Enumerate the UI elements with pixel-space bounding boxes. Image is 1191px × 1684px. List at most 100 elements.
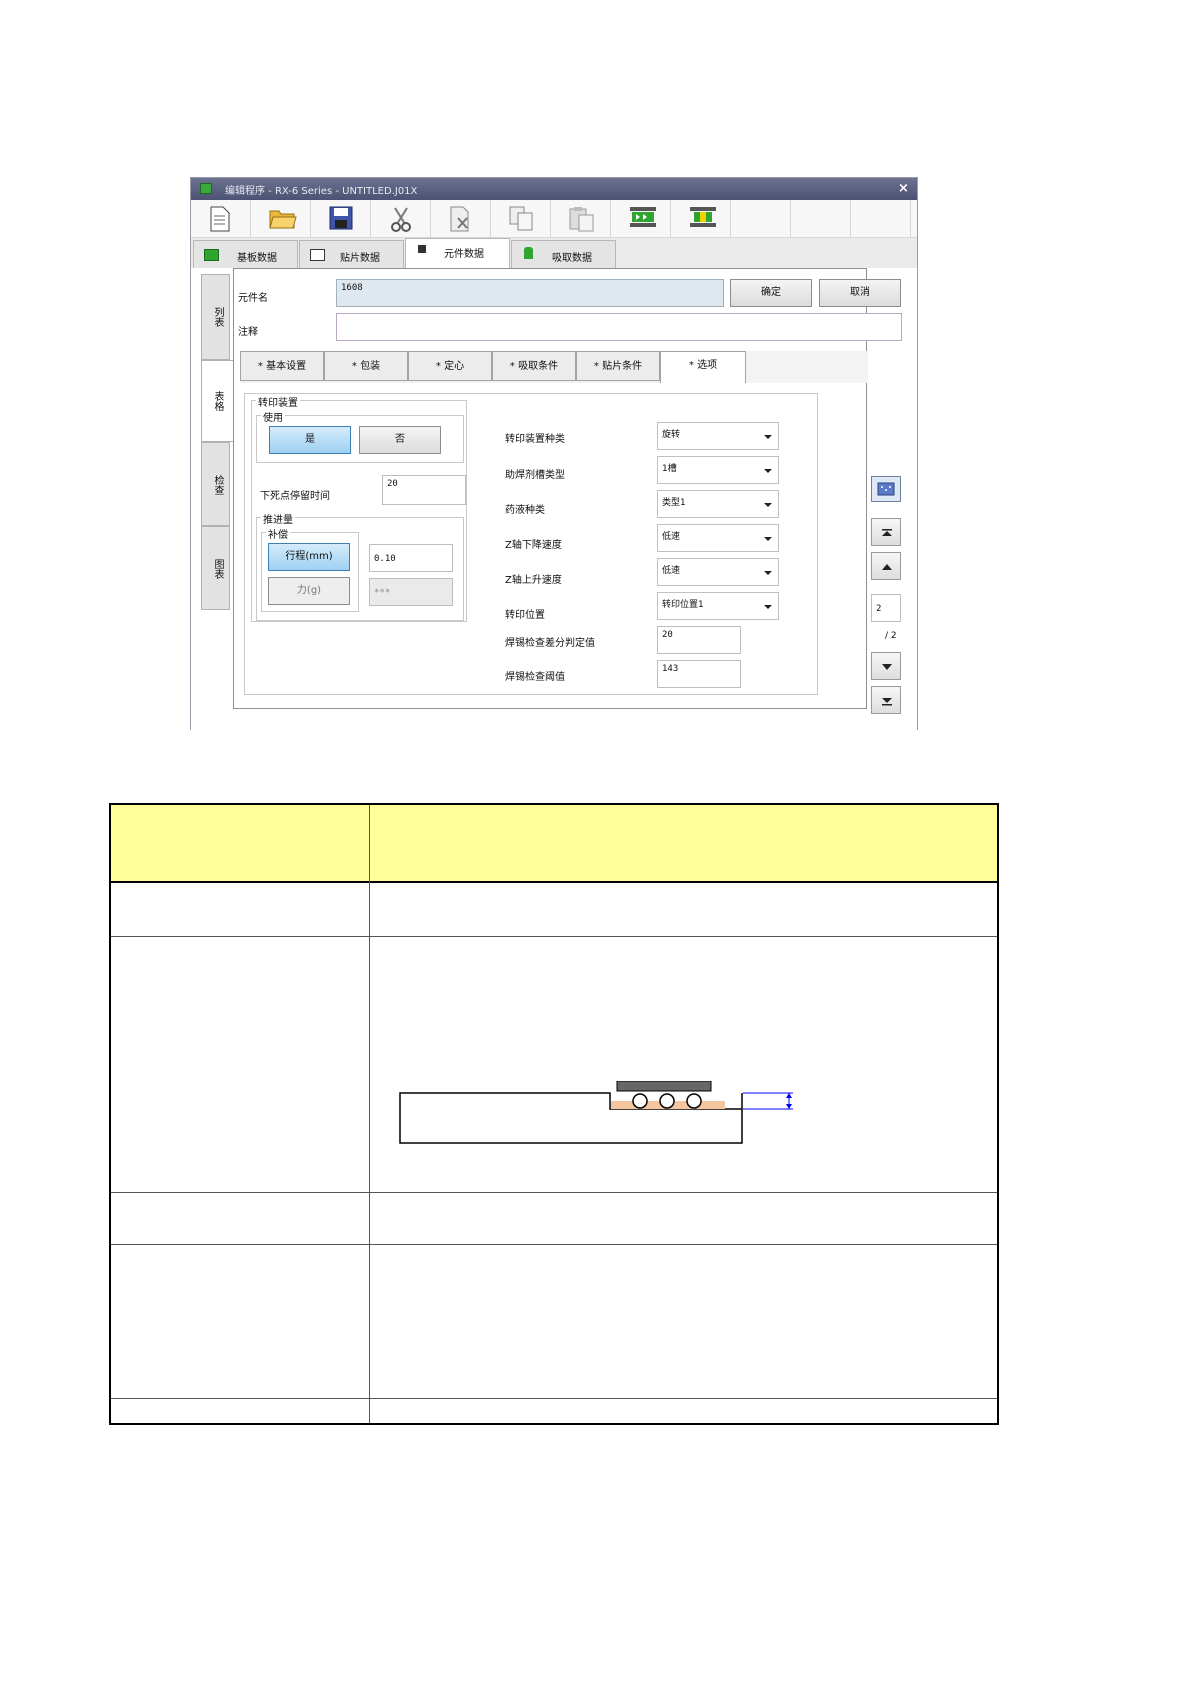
- chevron-down-icon: [764, 571, 772, 575]
- sub-tab-placement-condition[interactable]: * 贴片条件: [576, 351, 660, 381]
- sub-tab-package[interactable]: * 包装: [324, 351, 408, 381]
- side-tab-list[interactable]: 列表: [201, 274, 230, 360]
- first-page-button[interactable]: [871, 518, 901, 546]
- app-icon: [200, 183, 212, 194]
- cut-button[interactable]: [371, 200, 431, 238]
- table-row: [111, 885, 997, 937]
- sub-tab-basic[interactable]: * 基本设置: [240, 351, 324, 381]
- paste-icon: [569, 207, 594, 232]
- select-value: 低速: [662, 532, 681, 542]
- layout-view-button[interactable]: [871, 476, 901, 502]
- close-icon[interactable]: ×: [898, 181, 909, 196]
- cancel-button[interactable]: 取消: [819, 279, 901, 307]
- side-tab-label: 列表: [212, 307, 223, 327]
- chip-icon: [418, 245, 426, 253]
- use-group: 使用 是 否: [256, 409, 464, 463]
- use-no-button[interactable]: 否: [359, 426, 441, 454]
- tab-pickup-data[interactable]: 吸取数据: [511, 240, 616, 268]
- transfer-position-label: 转印位置: [505, 610, 545, 621]
- chevron-down-icon: [764, 469, 772, 473]
- save-button[interactable]: [311, 200, 371, 238]
- component-name-input[interactable]: 1608: [336, 279, 724, 307]
- use-yes-button[interactable]: 是: [269, 426, 351, 454]
- description-table: [109, 803, 999, 1425]
- force-input[interactable]: ***: [369, 578, 453, 606]
- option-frame: 转印装置 使用 是 否 下死点停留时间 20 推进量 补偿 行程(mm) 力(g…: [244, 393, 818, 695]
- edit-program-window: 编辑程序 - RX-6 Series - UNTITLED.J01X × 基板数…: [190, 177, 918, 731]
- next-page-button[interactable]: [871, 652, 901, 680]
- side-tab-check[interactable]: 检查: [201, 442, 230, 526]
- group-label: 使用: [261, 409, 285, 424]
- title-bar: 编辑程序 - RX-6 Series - UNTITLED.J01X ×: [191, 178, 917, 200]
- delete-icon: [450, 206, 469, 232]
- board-view-icon: [877, 482, 895, 496]
- window-title: 编辑程序 - RX-6 Series - UNTITLED.J01X: [225, 186, 418, 197]
- group-label: 补偿: [266, 526, 290, 541]
- solder-diff-threshold-input[interactable]: 20: [657, 626, 741, 654]
- board-icon: [690, 207, 716, 227]
- tab-component-data[interactable]: 元件数据: [405, 238, 510, 268]
- side-tab-label: 图表: [212, 559, 223, 579]
- feed-amount-group: 推进量 补偿 行程(mm) 力(g) 0.10 ***: [256, 511, 464, 621]
- board-button[interactable]: [671, 200, 731, 238]
- save-icon: [329, 206, 353, 230]
- toolbar: [191, 200, 917, 238]
- tab-label: 贴片数据: [340, 253, 380, 264]
- liquid-type-select[interactable]: 类型1: [657, 490, 779, 518]
- board-icon: [204, 249, 219, 261]
- conveyor-button[interactable]: [611, 200, 671, 238]
- tab-board-data[interactable]: 基板数据: [193, 240, 298, 268]
- table-row: [111, 1245, 997, 1399]
- solder-threshold-input[interactable]: 143: [657, 660, 741, 688]
- z-up-speed-select[interactable]: 低速: [657, 558, 779, 586]
- stroke-input[interactable]: 0.10: [369, 544, 453, 572]
- toolbar-empty-slot: [731, 200, 791, 238]
- stroke-button[interactable]: 行程(mm): [268, 543, 350, 571]
- table-row: [111, 1193, 997, 1245]
- select-value: 低速: [662, 566, 681, 576]
- tab-label: 元件数据: [444, 249, 484, 260]
- paste-button[interactable]: [551, 200, 611, 238]
- sub-tab-option[interactable]: * 选项: [660, 351, 746, 383]
- solder-diff-threshold-label: 焊锡检查差分判定值: [505, 638, 595, 649]
- toolbar-empty-slot: [791, 200, 851, 238]
- last-page-button[interactable]: [871, 686, 901, 714]
- side-tab-chart[interactable]: 图表: [201, 526, 230, 610]
- new-file-icon: [210, 206, 230, 232]
- tab-label: 吸取数据: [552, 253, 592, 264]
- select-value: 类型1: [662, 498, 686, 508]
- select-value: 转印位置1: [662, 600, 704, 610]
- side-tab-table[interactable]: 表格: [201, 360, 233, 442]
- first-page-icon: [882, 529, 892, 536]
- chevron-down-icon: [764, 503, 772, 507]
- ok-button[interactable]: 确定: [730, 279, 812, 307]
- sub-tab-pickup-condition[interactable]: * 吸取条件: [492, 351, 576, 381]
- tab-placement-data[interactable]: 贴片数据: [299, 240, 404, 268]
- arrow-up-icon: [882, 564, 892, 570]
- comment-label: 注释: [238, 327, 258, 338]
- dwell-time-input[interactable]: 20: [382, 475, 466, 505]
- component-panel: 元件名 1608 确定 取消 注释 * 基本设置 * 包装 * 定心 * 吸取条…: [233, 268, 902, 709]
- force-button[interactable]: 力(g): [268, 577, 350, 605]
- z-down-speed-select[interactable]: 低速: [657, 524, 779, 552]
- select-value: 旋转: [662, 430, 681, 440]
- liquid-type-label: 药液种类: [505, 505, 545, 516]
- copy-icon: [509, 206, 533, 231]
- new-file-button[interactable]: [191, 200, 251, 238]
- sub-tab-centering[interactable]: * 定心: [408, 351, 492, 381]
- page-number-input[interactable]: 2: [871, 594, 901, 622]
- open-button[interactable]: [251, 200, 311, 238]
- previous-page-button[interactable]: [871, 552, 901, 580]
- conveyor-icon: [630, 207, 656, 227]
- copy-button[interactable]: [491, 200, 551, 238]
- delete-button[interactable]: [431, 200, 491, 238]
- dwell-time-label: 下死点停留时间: [260, 491, 330, 502]
- comment-input[interactable]: [336, 313, 902, 341]
- transfer-device-type-select[interactable]: 旋转: [657, 422, 779, 450]
- column-divider: [369, 805, 370, 1423]
- flux-tank-type-select[interactable]: 1槽: [657, 456, 779, 484]
- table-row: [111, 1399, 997, 1423]
- transfer-position-select[interactable]: 转印位置1: [657, 592, 779, 620]
- side-tab-label: 检查: [212, 475, 223, 495]
- main-area: 列表 表格 检查 图表 元件名 1608 确定 取消 注释 * 基本设置 * 包…: [191, 268, 917, 731]
